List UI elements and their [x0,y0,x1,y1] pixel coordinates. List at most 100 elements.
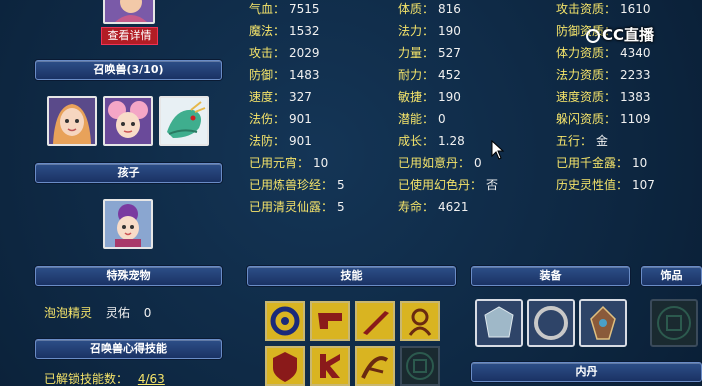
skill-slot-7[interactable] [355,346,395,386]
summon-portrait-2[interactable] [103,96,153,146]
stat-row: 攻击： 2029 [249,44,320,61]
stat-row: 已使用幻色丹：否 [398,176,498,193]
skill-slot-5[interactable] [265,346,305,386]
stat-label: 已用清灵仙露： [249,200,334,214]
stat-value: 4621 [438,200,469,214]
skill-slot-8-empty[interactable] [400,346,440,386]
summon-beasts-header: 召唤兽(3/10) [35,60,222,80]
stat-value: 327 [289,90,312,104]
skill-slot-6[interactable] [310,346,350,386]
stat-label: 已用炼兽珍经： [249,178,334,192]
stat-row: 防御： 1483 [249,66,320,83]
stat-label: 寿命： [398,200,435,214]
stat-row: 速度资质： 1383 [556,88,651,105]
stat-label: 已使用幻色丹： [398,178,483,192]
stat-label: 体质： [398,2,435,16]
stat-label: 潜能： [398,112,435,126]
stat-value: 452 [438,68,461,82]
child-header: 孩子 [35,163,222,183]
stat-value: 5 [337,200,345,214]
stat-label: 法伤： [249,112,286,126]
stat-label: 速度： [249,90,286,104]
stat-row: 耐力： 452 [398,66,461,83]
skill-slot-3[interactable] [355,301,395,341]
stat-value: 527 [438,46,461,60]
stat-value: 否 [486,178,499,192]
stat-value: 1.28 [438,134,465,148]
equipment-header: 装备 [471,266,630,286]
spirit-label: 灵佑 [105,306,130,320]
stat-row: 法力资质： 2233 [556,66,651,83]
skill-insight-header: 召唤兽心得技能 [35,339,222,359]
stat-value: 1610 [620,2,651,16]
stat-row: 躲闪资质： 1109 [556,110,651,127]
skill-slot-1[interactable] [265,301,305,341]
stat-label: 攻击资质： [556,2,617,16]
spirit-value: 0 [143,306,152,320]
stat-row: 体质： 816 [398,0,461,17]
stat-row: 速度： 327 [249,88,312,105]
cc-logo-icon [586,28,600,43]
unlocked-skills-row: 已解锁技能数： 4/63 [44,370,165,386]
stat-label: 体力资质： [556,46,617,60]
stat-label: 耐力： [398,68,435,82]
stat-row: 成长： 1.28 [398,132,465,149]
stat-value: 10 [632,156,648,170]
stat-value: 金 [596,134,609,148]
unlocked-value-link[interactable]: 4/63 [138,372,165,386]
inner-pill-header: 内丹 [471,362,702,382]
stat-label: 已用千金露： [556,156,629,170]
stat-value: 2029 [289,46,320,60]
stat-value: 901 [289,112,312,126]
stat-value: 107 [632,178,655,192]
stat-value: 7515 [289,2,320,16]
stat-label: 已用如意丹： [398,156,471,170]
stat-row: 力量： 527 [398,44,461,61]
main-pet-portrait[interactable] [103,0,155,24]
stat-label: 躲闪资质： [556,112,617,126]
stat-row: 寿命： 4621 [398,198,469,215]
stat-value: 1532 [289,24,320,38]
stat-row: 历史灵性值： 107 [556,176,655,193]
stat-label: 已用元宵： [249,156,310,170]
stat-row: 已用千金露： 10 [556,154,647,171]
stat-label: 速度资质： [556,90,617,104]
stat-row: 已用清灵仙露： 5 [249,198,345,215]
stat-row: 魔法： 1532 [249,22,320,39]
stat-value: 816 [438,2,461,16]
special-pet-name[interactable]: 泡泡精灵 [44,306,92,320]
stat-row: 已用如意丹： 0 [398,154,482,171]
stat-value: 5 [337,178,345,192]
stat-row: 五行：金 [556,132,608,149]
unlocked-label: 已解锁技能数： [44,372,129,386]
stat-label: 历史灵性值： [556,178,629,192]
stat-label: 力量： [398,46,435,60]
stat-value: 1109 [620,112,651,126]
stat-value: 1483 [289,68,320,82]
stat-value: 0 [438,112,446,126]
stat-label: 敏捷： [398,90,435,104]
equip-slot-collar[interactable] [579,299,627,347]
stat-row: 法力： 190 [398,22,461,39]
stat-value: 2233 [620,68,651,82]
summon-portrait-3[interactable] [159,96,209,146]
child-portrait[interactable] [103,199,153,249]
special-pet-header: 特殊宠物 [35,266,222,286]
equip-slot-ring[interactable] [527,299,575,347]
skill-slot-4[interactable] [400,301,440,341]
stat-value: 190 [438,24,461,38]
equip-slot-armor[interactable] [475,299,523,347]
stat-label: 法防： [249,134,286,148]
summon-portrait-1[interactable] [47,96,97,146]
view-details-button[interactable]: 查看详情 [101,27,158,45]
stat-row: 法伤： 901 [249,110,312,127]
accessory-slot-empty[interactable] [650,299,698,347]
stat-row: 体力资质： 4340 [556,44,651,61]
stat-value: 4340 [620,46,651,60]
stat-row: 气血： 7515 [249,0,320,17]
skill-slot-2[interactable] [310,301,350,341]
skills-header: 技能 [247,266,456,286]
stat-label: 攻击： [249,46,286,60]
cc-live-watermark: CC直播 [586,24,654,45]
stat-label: 气血： [249,2,286,16]
